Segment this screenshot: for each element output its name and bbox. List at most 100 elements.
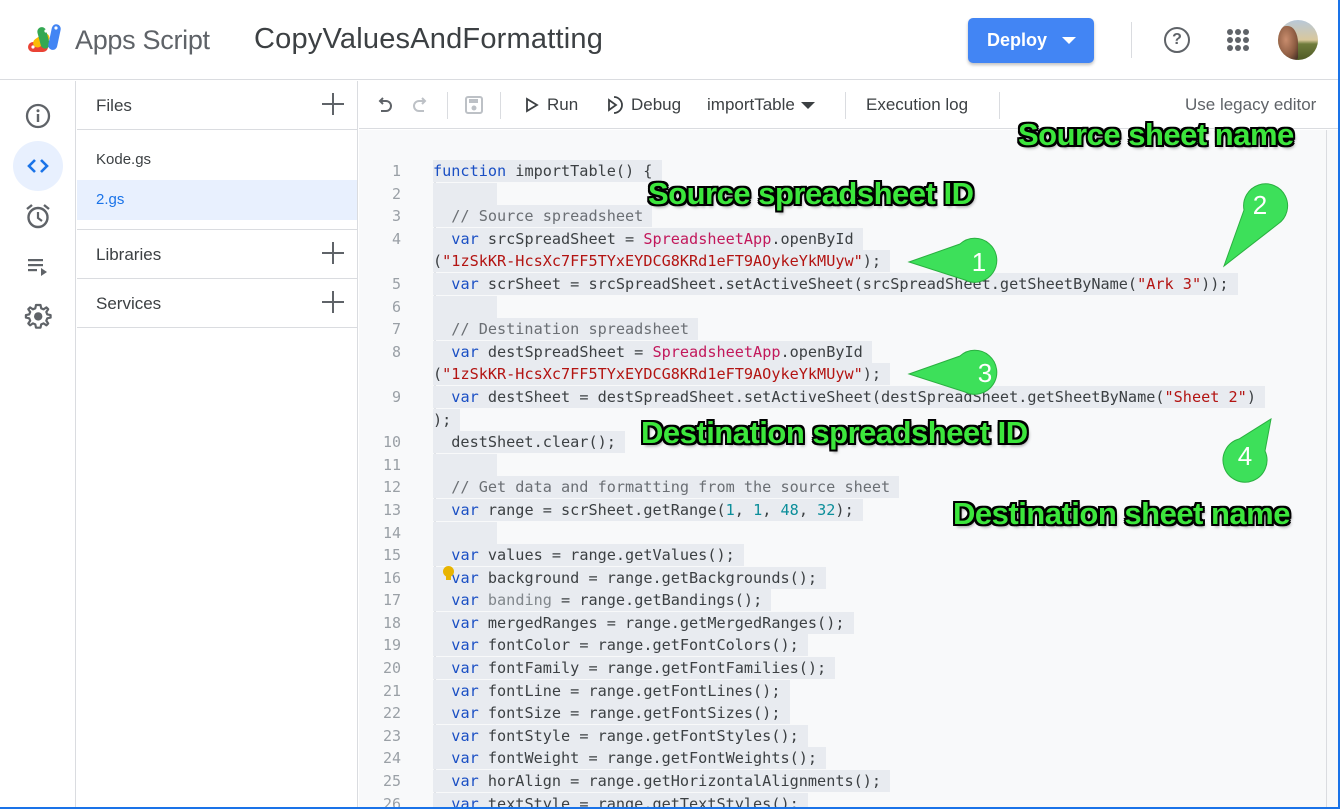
callout-1-marker: 1 (907, 237, 998, 283)
redo-button[interactable] (410, 81, 430, 129)
line-number: 23 (382, 726, 401, 745)
code-line[interactable]: 11 (359, 453, 1319, 477)
line-text[interactable]: var fontStyle = range.getFontStyles(); (433, 724, 808, 748)
line-text[interactable]: // Source spreadsheet (433, 205, 653, 228)
line-number: 16 (382, 568, 401, 587)
code-line[interactable]: ("1zSkKR-HcsXc7FF5TYxEYDCG8KRd1eFT9AOyke… (359, 250, 1319, 273)
line-text[interactable]: var banding = range.getBandings(); (433, 589, 772, 612)
line-text[interactable]: // Destination spreadsheet (433, 318, 699, 341)
user-avatar[interactable] (1278, 20, 1318, 60)
code-editor[interactable]: 1 function importTable() { 2 3 // Source … (359, 130, 1338, 809)
left-navigation-rail (0, 81, 76, 807)
code-line[interactable]: 18 var mergedRanges = range.getMergedRan… (359, 611, 1319, 635)
line-text[interactable]: var fontSize = range.getFontSizes(); (433, 702, 790, 725)
function-select[interactable]: importTable (707, 81, 815, 129)
file-item-kode-gs[interactable]: Kode.gs (77, 140, 357, 180)
code-lines[interactable]: 1 function importTable() { 2 3 // Source … (359, 160, 1319, 809)
code-line[interactable]: 16 var background = range.getBackgrounds… (359, 566, 1319, 590)
code-line[interactable]: 5 var scrSheet = srcSpreadSheet.setActiv… (359, 272, 1319, 296)
undo-button[interactable] (375, 81, 395, 129)
code-line[interactable]: 15 var values = range.getValues(); (359, 544, 1319, 567)
rail-item-triggers[interactable] (13, 191, 63, 241)
line-text[interactable]: ("1zSkKR-HcsXc7FF5TYxEYDCG8KRd1eFT9AOyke… (433, 250, 891, 273)
redo-icon (413, 97, 427, 112)
rail-item-settings[interactable] (13, 291, 63, 341)
line-text[interactable]: // Get data and formatting from the sour… (433, 476, 900, 499)
line-text[interactable]: var horAlign = range.getHorizontalAlignm… (433, 770, 891, 793)
line-number: 15 (382, 546, 401, 565)
code-line[interactable]: 6 (359, 295, 1319, 319)
line-number: 2 (391, 184, 401, 203)
code-line[interactable]: 21 var fontLine = range.getFontLines(); (359, 679, 1319, 703)
line-text[interactable]: ("1zSkKR-HcsXc7FF5TYxEYDCG8KRd1eFT9AOyke… (433, 363, 891, 386)
line-text[interactable]: var fontColor = range.getFontColors(); (433, 634, 808, 657)
rail-item-executions[interactable] (13, 241, 63, 291)
annotation-source-spreadsheet-id: Source spreadsheet ID (648, 176, 974, 211)
code-line[interactable]: 9 var destSheet = destSpreadSheet.setAct… (359, 385, 1319, 409)
line-text[interactable]: var destSpreadSheet = SpreadsheetApp.ope… (433, 340, 872, 364)
save-button[interactable] (464, 81, 484, 129)
callout-4-number: 4 (1238, 441, 1252, 471)
line-text[interactable]: var scrSheet = srcSpreadSheet.setActiveS… (433, 272, 1238, 296)
line-text[interactable] (433, 182, 498, 206)
deploy-button[interactable]: Deploy (968, 18, 1094, 63)
code-line[interactable]: 4 var srcSpreadSheet = SpreadsheetApp.op… (359, 227, 1319, 251)
line-text[interactable] (433, 453, 498, 477)
services-section-title: Services (96, 294, 162, 313)
code-line[interactable]: 20 var fontFamily = range.getFontFamilie… (359, 657, 1319, 680)
code-line[interactable]: 24 var fontWeight = range.getFontWeights… (359, 747, 1319, 770)
debug-button[interactable]: Debug (605, 81, 681, 129)
line-text[interactable] (433, 521, 498, 545)
line-text[interactable]: var srcSpreadSheet = SpreadsheetApp.open… (433, 227, 863, 251)
line-text[interactable]: var textStyle = range.getTextStyles(); (433, 792, 808, 807)
line-text[interactable]: var mergedRanges = range.getMergedRanges… (433, 611, 854, 635)
line-text[interactable]: var values = range.getValues(); (433, 544, 744, 567)
save-icon (465, 96, 483, 114)
help-circle-icon[interactable]: ? (1164, 27, 1190, 53)
debug-icon (608, 96, 623, 114)
code-line[interactable]: 25 var horAlign = range.getHorizontalAli… (359, 770, 1319, 793)
line-number: 22 (382, 704, 401, 723)
code-line[interactable]: 17 var banding = range.getBandings(); (359, 589, 1319, 612)
apps-grid-icon[interactable] (1227, 29, 1249, 51)
code-line[interactable]: 19 var fontColor = range.getFontColors()… (359, 634, 1319, 657)
line-number: 26 (382, 794, 401, 809)
project-title[interactable]: CopyValuesAndFormatting (254, 23, 603, 56)
line-number: 11 (382, 455, 401, 474)
run-button[interactable]: Run (525, 81, 578, 129)
line-text[interactable]: var fontLine = range.getFontLines(); (433, 679, 790, 703)
annotation-destination-spreadsheet-id: Destination spreadsheet ID (641, 415, 1028, 450)
line-number: 3 (391, 207, 401, 226)
toolbar-divider (500, 92, 501, 119)
file-item-2-gs[interactable]: 2.gs (77, 180, 357, 220)
line-text[interactable]: var fontFamily = range.getFontFamilies()… (433, 657, 836, 680)
code-line[interactable]: 23 var fontStyle = range.getFontStyles()… (359, 724, 1319, 748)
line-number: 8 (391, 342, 401, 361)
line-number: 12 (382, 478, 401, 497)
line-text[interactable] (433, 295, 498, 319)
line-number: 9 (391, 387, 401, 406)
code-line[interactable]: 8 var destSpreadSheet = SpreadsheetApp.o… (359, 340, 1319, 364)
line-number: 14 (382, 523, 401, 542)
line-text[interactable]: var fontWeight = range.getFontWeights(); (433, 747, 827, 770)
lightbulb-icon[interactable] (443, 566, 454, 580)
line-text[interactable]: destSheet.clear(); (433, 431, 626, 454)
add-library-plus-icon[interactable] (322, 242, 344, 264)
add-file-plus-icon[interactable] (322, 93, 344, 115)
line-text[interactable]: var destSheet = destSpreadSheet.setActiv… (433, 385, 1266, 409)
line-text[interactable]: var background = range.getBackgrounds(); (433, 566, 827, 590)
line-text[interactable]: function importTable() { (433, 160, 662, 183)
execution-log-button[interactable]: Execution log (866, 81, 968, 129)
rail-item-overview[interactable] (13, 91, 63, 141)
rail-item-editor[interactable] (13, 141, 63, 191)
code-line[interactable]: 26 var textStyle = range.getTextStyles()… (359, 792, 1319, 809)
code-line[interactable]: 7 // Destination spreadsheet (359, 318, 1319, 341)
vertical-scrollbar[interactable] (1326, 130, 1338, 807)
line-number: 20 (382, 659, 401, 678)
code-line[interactable]: ("1zSkKR-HcsXc7FF5TYxEYDCG8KRd1eFT9AOyke… (359, 363, 1319, 386)
line-text[interactable]: var range = scrSheet.getRange(1, 1, 48, … (433, 498, 863, 522)
code-line[interactable]: 22 var fontSize = range.getFontSizes(); (359, 702, 1319, 725)
line-number: 21 (382, 681, 401, 700)
add-service-plus-icon[interactable] (322, 291, 344, 313)
line-text[interactable]: ); (433, 408, 461, 432)
